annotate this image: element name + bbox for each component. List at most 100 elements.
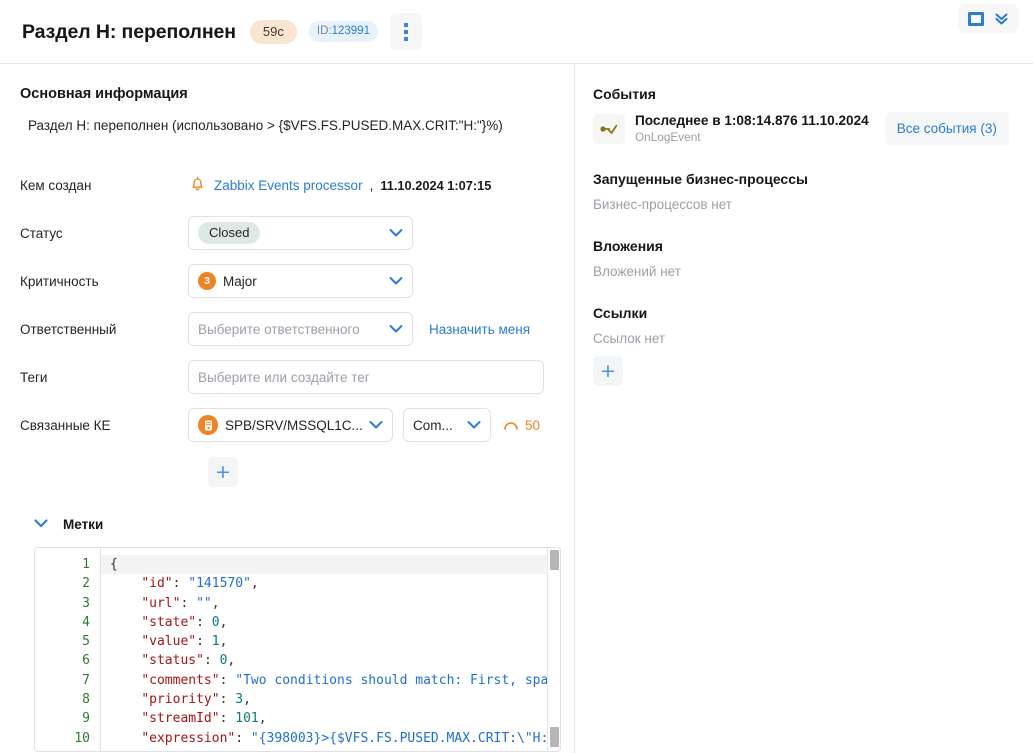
assign-to-me-link[interactable]: Назначить меня (429, 322, 530, 337)
creator-link[interactable]: Zabbix Events processor (214, 178, 363, 193)
editor-code-line[interactable]: "expression": "{398003}>{$VFS.FS.PUSED.M… (110, 729, 560, 748)
code-token-key: "streamId" (141, 711, 219, 726)
field-row-status: Статус Closed (20, 209, 554, 257)
add-link-button[interactable]: + (593, 356, 623, 386)
code-token-num: 101 (235, 711, 258, 726)
kebab-menu-icon (404, 30, 408, 34)
editor-line-number: 1 (35, 555, 90, 574)
last-event-subtitle: OnLogEvent (635, 130, 869, 145)
code-token-pun: : (180, 596, 196, 611)
editor-vertical-scrollbar[interactable] (547, 548, 560, 751)
assignee-placeholder: Выберите ответственного (198, 322, 360, 337)
chevron-down-icon (389, 229, 403, 238)
related-ci-value: SPB/SRV/MSSQL1C... (225, 418, 363, 433)
code-token-pun: : (196, 634, 212, 649)
header-left-group: Раздел H: переполнен 59c ID:123991 (22, 13, 1019, 50)
code-token-brace: { (110, 557, 118, 572)
code-token-key: "expression" (141, 731, 235, 746)
assignee-field: Выберите ответственного Назначить меня (188, 312, 530, 346)
status-field: Closed (188, 216, 413, 250)
event-check-icon (593, 114, 625, 144)
code-token-pun: : (173, 576, 189, 591)
editor-scroll-thumb-bottom[interactable] (550, 727, 559, 747)
editor-code-line[interactable]: "state": 0, (110, 613, 560, 632)
severity-select[interactable]: 3 Major (188, 264, 413, 298)
status-select[interactable]: Closed (188, 216, 413, 250)
created-by-value: Zabbix Events processor, 11.10.2024 1:07… (188, 174, 491, 196)
code-token-pun: , (212, 596, 220, 611)
tags-label: Теги (20, 370, 188, 385)
main-info-heading: Основная информация (20, 86, 554, 102)
field-row-created-by: Кем создан Zabbix Events processor, 11.1… (20, 161, 554, 209)
code-token-ws (110, 653, 141, 668)
last-event-text: Последнее в 1:08:14.876 11.10.2024 OnLog… (635, 112, 869, 145)
editor-code-line[interactable]: "id": "141570", (110, 574, 560, 593)
code-token-ws (110, 615, 141, 630)
severity-label: Критичность (20, 274, 188, 289)
code-token-pun: , (220, 615, 228, 630)
code-token-pun: , (243, 692, 251, 707)
editor-code-line[interactable]: "comments": "Two conditions should match… (110, 671, 560, 690)
code-token-ws (110, 596, 141, 611)
editor-code-content[interactable]: { "id": "141570", "url": "", "state": 0,… (101, 548, 560, 751)
assignee-select[interactable]: Выберите ответственного (188, 312, 413, 346)
editor-scroll-thumb-top[interactable] (550, 550, 559, 570)
code-token-key: "comments" (141, 673, 219, 688)
chevron-down-icon (369, 421, 383, 430)
editor-line-numbers: 12345678910 (35, 548, 101, 751)
editor-code-line[interactable]: "url": "", (110, 594, 560, 613)
main-info-pane: Основная информация Раздел H: переполнен… (0, 64, 575, 753)
relation-type-select[interactable]: Com... (403, 408, 491, 442)
json-code-editor[interactable]: 12345678910 { "id": "141570", "url": "",… (34, 547, 561, 752)
code-token-pun: : (235, 731, 251, 746)
editor-line-number: 6 (35, 651, 90, 670)
kebab-menu-icon (404, 37, 408, 41)
code-token-str: "{398003}>{$VFS.FS.PUSED.MAX.CRIT:\"H:\"… (251, 731, 560, 746)
related-ci-field: SPB/SRV/MSSQL1C... Com... (188, 408, 540, 442)
code-token-pun: : (220, 711, 236, 726)
duration-badge: 59c (250, 20, 297, 44)
code-token-str: "Two conditions should match: First, spa… (235, 673, 560, 688)
code-token-key: "priority" (141, 692, 219, 707)
add-related-ci-row: + (208, 457, 554, 487)
related-ci-label: Связанные КЕ (20, 418, 188, 433)
editor-code-line[interactable]: { (101, 555, 560, 574)
last-event-row: Последнее в 1:08:14.876 11.10.2024 OnLog… (593, 112, 1013, 145)
bell-icon (188, 174, 207, 196)
code-token-pun: , (259, 711, 267, 726)
page-title: Раздел H: переполнен (22, 19, 236, 45)
code-token-ws (110, 731, 141, 746)
related-ci-select[interactable]: SPB/SRV/MSSQL1C... (188, 408, 393, 442)
code-token-pun: : (204, 653, 220, 668)
editor-line-number: 7 (35, 671, 90, 690)
page-header: Раздел H: переполнен 59c ID:123991 (0, 0, 1033, 64)
assignee-label: Ответственный (20, 322, 188, 337)
code-token-num: 1 (212, 634, 220, 649)
relation-type-value: Com... (413, 418, 453, 433)
server-icon (198, 415, 218, 435)
code-token-key: "url" (141, 596, 180, 611)
creator-separator: , (370, 178, 374, 193)
chevron-down-icon (467, 421, 481, 430)
code-token-ws (110, 634, 141, 649)
add-related-ci-button[interactable]: + (208, 457, 238, 487)
code-token-key: "id" (141, 576, 172, 591)
relation-count-value: 50 (525, 418, 540, 433)
panel-layout-icon[interactable] (967, 11, 985, 27)
labels-section-toggle[interactable]: Метки (34, 515, 554, 533)
editor-code-line[interactable]: "status": 0, (110, 651, 560, 670)
tags-input[interactable]: Выберите или создайте тег (188, 360, 544, 394)
editor-code-line[interactable]: "priority": 3, (110, 690, 560, 709)
code-token-pun: : (196, 615, 212, 630)
code-token-str: "" (196, 596, 212, 611)
relation-count: 50 (503, 418, 540, 433)
attachments-heading: Вложения (593, 238, 1013, 254)
editor-line-number: 2 (35, 574, 90, 593)
creation-date: 11.10.2024 1:07:15 (380, 178, 491, 193)
header-right-group (958, 4, 1019, 33)
double-chevron-down-icon[interactable] (993, 10, 1010, 27)
all-events-button[interactable]: Все события (3) (885, 112, 1009, 145)
more-actions-button[interactable] (390, 13, 422, 50)
editor-code-line[interactable]: "value": 1, (110, 632, 560, 651)
editor-code-line[interactable]: "streamId": 101, (110, 709, 560, 728)
